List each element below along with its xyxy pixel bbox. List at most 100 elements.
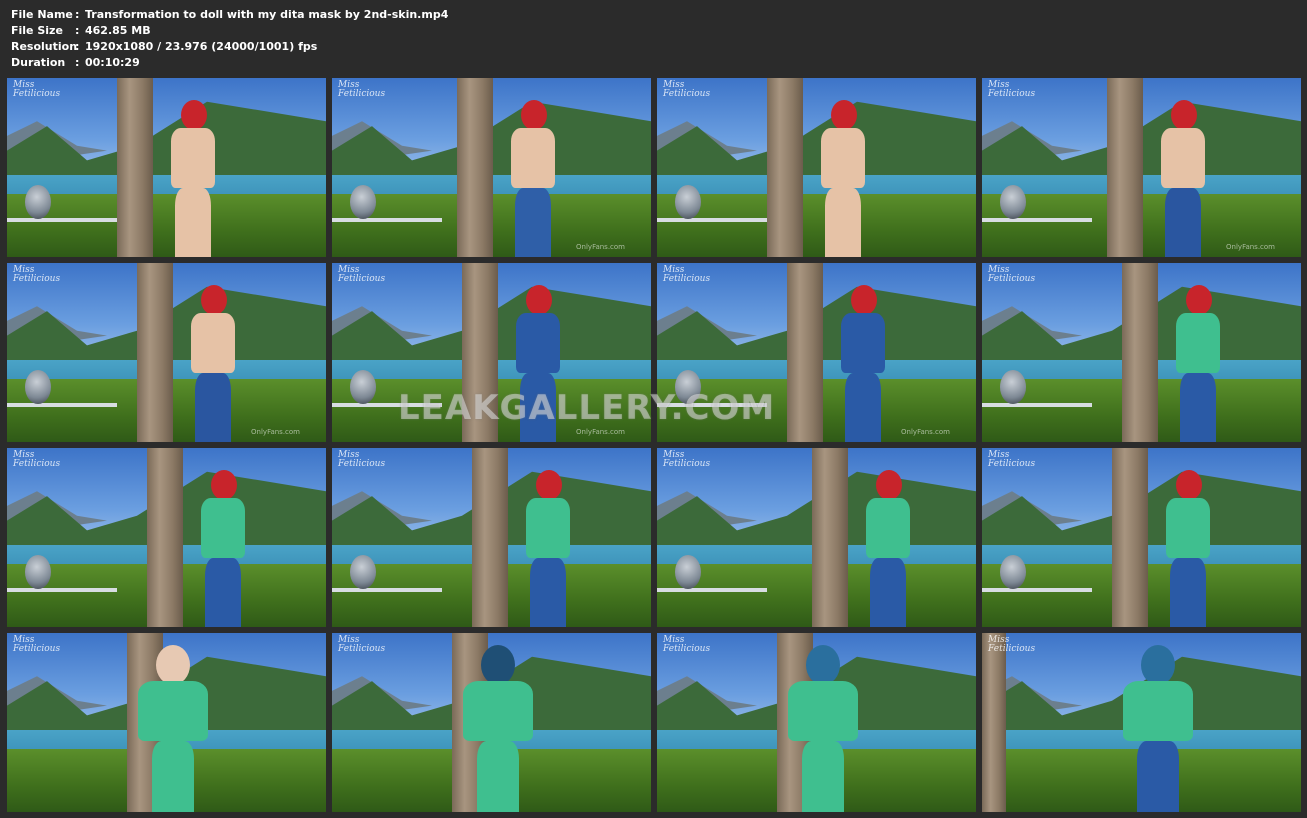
video-thumbnail[interactable]: Miss Fetilicious: [332, 448, 651, 627]
video-thumbnail[interactable]: Miss Fetilicious: [657, 78, 976, 257]
duration-row: Duration : 00:10:29: [11, 55, 448, 71]
thumbnail-logo: Miss Fetilicious: [13, 265, 61, 284]
video-thumbnail[interactable]: Miss Fetilicious: [7, 448, 326, 627]
resolution-label: Resolution: [11, 40, 78, 53]
person-head: [851, 285, 877, 315]
thumbnail-logo: Miss Fetilicious: [988, 635, 1036, 654]
video-thumbnail[interactable]: Miss Fetilicious: [332, 633, 651, 812]
person-torso: [526, 498, 570, 558]
person-figure: [187, 448, 267, 627]
video-thumbnail[interactable]: Miss Fetilicious: [657, 448, 976, 627]
video-thumbnail[interactable]: Miss Fetilicious: [7, 78, 326, 257]
person-legs: [515, 188, 551, 257]
table: [982, 217, 1092, 222]
table: [657, 587, 767, 592]
person-legs: [195, 373, 231, 442]
person-head: [201, 285, 227, 315]
person-torso: [511, 128, 555, 188]
resolution-row: Resolution : 1920x1080 / 23.976 (24000/1…: [11, 39, 448, 55]
table: [982, 587, 1092, 592]
stone-pillar: [767, 78, 803, 257]
person-torso: [463, 681, 533, 741]
resolution-value: 1920x1080 / 23.976 (24000/1001) fps: [85, 40, 318, 53]
stone-pillar: [1122, 263, 1158, 442]
person-figure: [1162, 263, 1242, 442]
file-info-panel: File Name : Transformation to doll with …: [11, 7, 448, 71]
table: [332, 217, 442, 222]
table: [657, 217, 767, 222]
video-thumbnail[interactable]: Miss Fetilicious: [982, 263, 1301, 442]
person-figure: [157, 78, 237, 257]
person-figure: [1117, 633, 1197, 812]
file-size-row: File Size : 462.85 MB: [11, 23, 448, 39]
duration-value: 00:10:29: [85, 56, 140, 69]
person-head: [831, 100, 857, 130]
video-thumbnail[interactable]: Miss Fetilicious OnlyFans.com: [332, 78, 651, 257]
thumbnail-logo: Miss Fetilicious: [13, 635, 61, 654]
thumbnail-logo: Miss Fetilicious: [663, 450, 711, 469]
separator: :: [75, 24, 80, 37]
video-thumbnail[interactable]: Miss Fetilicious OnlyFans.com: [982, 78, 1301, 257]
thumbnail-logo: Miss Fetilicious: [13, 450, 61, 469]
person-torso: [841, 313, 885, 373]
person-figure: [177, 263, 257, 442]
onlyfans-mark: OnlyFans.com: [576, 243, 625, 251]
person-torso: [138, 681, 208, 741]
onlyfans-mark: OnlyFans.com: [1226, 243, 1275, 251]
person-head: [521, 100, 547, 130]
thumbnail-logo: Miss Fetilicious: [663, 635, 711, 654]
person-figure: [1152, 448, 1232, 627]
person-figure: [497, 78, 577, 257]
stone-pillar: [147, 448, 183, 627]
file-name-row: File Name : Transformation to doll with …: [11, 7, 448, 23]
person-torso: [191, 313, 235, 373]
person-torso: [821, 128, 865, 188]
person-figure: [512, 448, 592, 627]
person-legs: [530, 558, 566, 627]
thumbnail-logo: Miss Fetilicious: [338, 265, 386, 284]
video-thumbnail[interactable]: Miss Fetilicious: [982, 633, 1301, 812]
person-torso: [201, 498, 245, 558]
person-figure: [1147, 78, 1227, 257]
table: [7, 402, 117, 407]
person-head: [1186, 285, 1212, 315]
thumbnail-logo: Miss Fetilicious: [338, 450, 386, 469]
person-figure: [807, 78, 887, 257]
person-legs: [1165, 188, 1201, 257]
person-torso: [1166, 498, 1210, 558]
person-figure: [782, 633, 862, 812]
video-thumbnail[interactable]: Miss Fetilicious: [982, 448, 1301, 627]
file-name-value: Transformation to doll with my dita mask…: [85, 8, 449, 21]
separator: :: [75, 56, 80, 69]
person-torso: [516, 313, 560, 373]
person-legs: [1137, 741, 1179, 812]
video-thumbnail[interactable]: Miss Fetilicious: [657, 633, 976, 812]
person-torso: [1123, 681, 1193, 741]
person-head: [526, 285, 552, 315]
person-torso: [171, 128, 215, 188]
stone-pillar: [787, 263, 823, 442]
stone-pillar: [982, 633, 1006, 812]
onlyfans-mark: OnlyFans.com: [576, 428, 625, 436]
person-torso: [1176, 313, 1220, 373]
thumbnail-logo: Miss Fetilicious: [13, 80, 61, 99]
person-head: [876, 470, 902, 500]
person-head: [1171, 100, 1197, 130]
video-thumbnail[interactable]: Miss Fetilicious OnlyFans.com: [7, 263, 326, 442]
stone-pillar: [812, 448, 848, 627]
stone-pillar: [472, 448, 508, 627]
person-legs: [152, 741, 194, 812]
video-thumbnail[interactable]: Miss Fetilicious: [7, 633, 326, 812]
person-legs: [1180, 373, 1216, 442]
file-size-value: 462.85 MB: [85, 24, 151, 37]
person-torso: [1161, 128, 1205, 188]
person-head: [1176, 470, 1202, 500]
site-watermark: LEAKGALLERY.COM: [398, 388, 776, 428]
table: [7, 217, 117, 222]
duration-label: Duration: [11, 56, 66, 69]
separator: :: [75, 8, 80, 21]
person-figure: [827, 263, 907, 442]
stone-pillar: [137, 263, 173, 442]
file-size-label: File Size: [11, 24, 63, 37]
person-legs: [845, 373, 881, 442]
